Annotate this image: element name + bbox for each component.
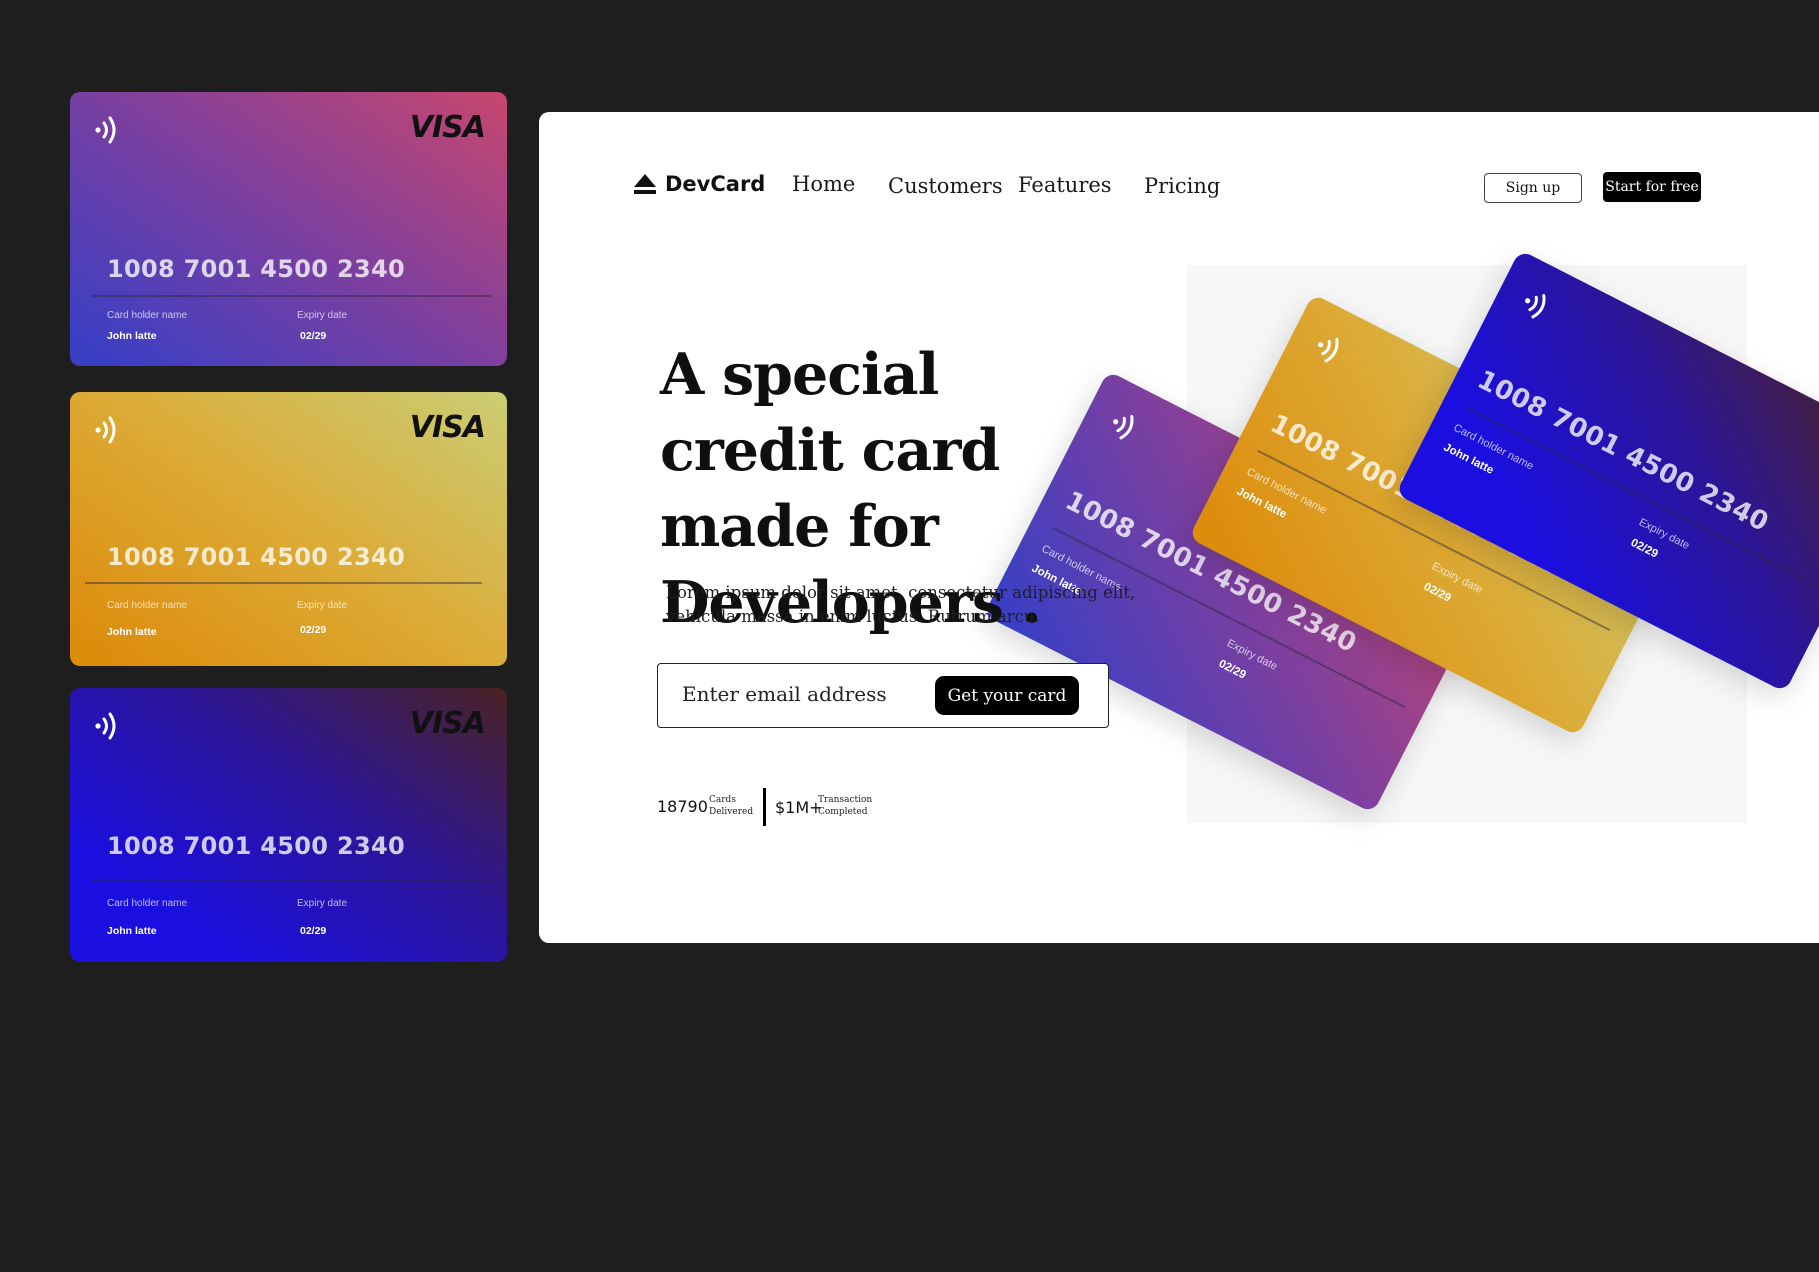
card-divider [92,880,491,882]
visa-logo: VISA [409,110,486,145]
side-card-blue: VISA 1008 7001 4500 2340 Card holder nam… [70,688,507,962]
hero-subtext: Lorem ipsum dolor sit amet, consectetur … [666,583,1136,626]
side-card-gold: VISA 1008 7001 4500 2340 Card holder nam… [70,392,507,666]
nav-pricing[interactable]: Pricing [1144,174,1220,198]
expiry-label: Expiry date [297,600,348,611]
stat-transactions-caption-2: Completed [818,807,868,817]
logo-text: DevCard [665,172,766,196]
card-holder-name: John latte [107,925,157,937]
stat-transactions-value: $1M+ [775,798,823,817]
visa-logo: VISA [409,706,486,741]
nav-home[interactable]: Home [792,172,855,196]
card-holder-label: Card holder name [107,898,188,909]
nav-features[interactable]: Features [1018,173,1112,197]
expiry-date: 02/29 [300,330,327,342]
contactless-icon [95,116,116,144]
card-number: 1008 7001 4500 2340 [107,255,405,283]
contactless-icon [95,416,116,444]
stat-cards-caption-2: Delivered [709,807,754,817]
start-free-button[interactable]: Start for free [1603,172,1701,202]
expiry-date: 02/29 [1216,657,1248,682]
card-number: 1008 7001 4500 2340 [107,832,405,860]
expiry-label: Expiry date [297,898,348,909]
card-divider [92,295,491,297]
stat-cards-caption-1: Cards [709,795,736,805]
stat-transactions-caption-1: Transaction [818,795,873,805]
expiry-label: Expiry date [297,310,348,321]
logo[interactable]: DevCard [633,172,765,196]
email-input[interactable] [680,681,924,707]
landing-page-panel: DevCard Home Customers Features Pricing … [539,112,1819,943]
stat-divider [763,788,766,826]
card-number: 1008 7001 4500 2340 [107,543,405,571]
contactless-icon [1318,338,1339,363]
get-card-button[interactable]: Get your card [935,676,1079,715]
expiry-date: 02/29 [1421,580,1453,605]
stat-cards-value: 18790 [657,797,708,816]
card-holder-name: John latte [107,626,157,638]
nav-customers[interactable]: Customers [888,174,1003,198]
signup-button[interactable]: Sign up [1484,173,1582,203]
expiry-date: 02/29 [300,925,327,937]
expiry-date: 02/29 [300,624,327,636]
contactless-icon [1525,294,1546,319]
visa-logo: VISA [409,410,486,445]
eject-logo-icon [634,174,656,194]
card-holder-label: Card holder name [107,600,188,611]
card-number: 1008 7001 4500 2340 [1472,364,1774,538]
card-holder-name: John latte [107,330,157,342]
card-holder-label: Card holder name [107,310,188,321]
side-card-purple: VISA 1008 7001 4500 2340 Card holder nam… [70,92,507,366]
contactless-icon [95,712,116,740]
expiry-date: 02/29 [1628,536,1660,561]
card-divider [85,582,482,584]
email-signup-form: Get your card [657,663,1109,728]
